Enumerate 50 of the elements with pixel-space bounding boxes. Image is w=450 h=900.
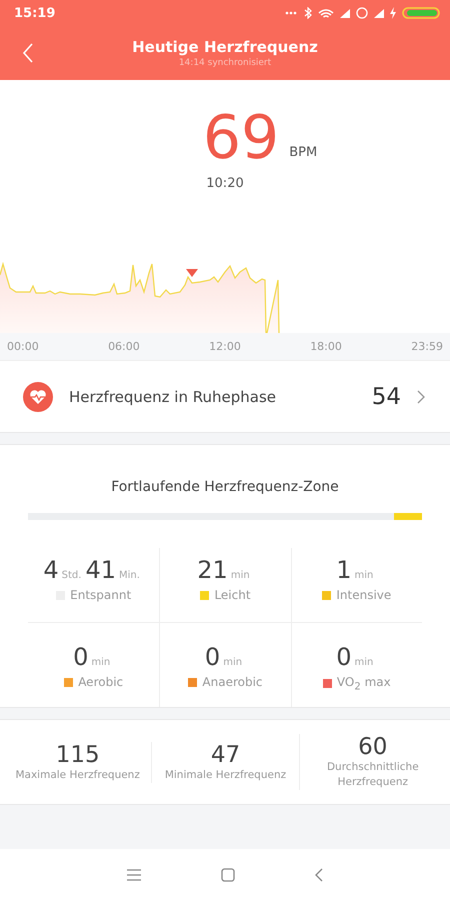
stat-value: 60 [358,734,388,760]
home-square-icon[interactable] [221,868,235,882]
time-axis-label: 23:59 [411,340,443,353]
bpm-unit: BPM [289,145,318,160]
menu-icon[interactable] [127,868,141,880]
sync-status: 14:14 synchronisiert [178,58,272,68]
stat-value: 115 [56,742,100,768]
zone-label: VO$_{2}$ max [336,675,391,692]
time-axis-label: 18:00 [310,340,342,353]
charging-icon [390,7,396,19]
chevron-icon [417,390,425,404]
time-axis-label: 12:00 [209,340,241,353]
zone-duration: 0 [73,643,88,671]
zone-unit: min [354,657,374,668]
zone-duration: 0 [204,643,220,671]
zone-label: Intensive [336,588,392,602]
zone-unit: Std. [62,570,82,581]
zone-duration: 0 [336,643,352,671]
screen-title: Heutige Herzfrequenz [132,38,318,56]
zone-label: Aerobic [78,675,124,689]
stat-value: 47 [210,742,240,768]
time-axis-label: 06:00 [108,340,140,353]
signal-icon [340,8,350,18]
back-icon[interactable] [315,868,323,882]
zone-label: Entspannt [70,588,132,602]
time-axis-label: 00:00 [7,340,39,353]
zone-unit: min [91,657,110,668]
zone-duration: 21 [197,556,228,584]
battery-icon [402,7,440,19]
zone-unit: min [354,570,374,581]
zone-duration: 1 [336,556,352,584]
signal-icon [374,8,384,18]
status-time: 15:19 [14,6,56,20]
registered-icon [356,7,368,19]
zone-unit: Min. [119,570,140,581]
bluetooth-icon [304,7,312,19]
heart-rate-value: 69 [202,106,280,170]
stat-label: Maximale Herzfrequenz [15,768,140,782]
zone-unit: min [223,657,242,668]
zone-duration: 4 [43,556,59,584]
stat-label: Durchschnittliche Herzfrequenz [326,760,420,790]
zone-duration: 41 [85,556,116,584]
zone-title: Fortlaufende Herzfrequenz-Zone [111,479,339,495]
zone-label: Leicht [214,588,251,602]
more-dots-icon [284,11,298,15]
zone-label: Anaerobic [202,675,263,689]
stat-label: Minimale Herzfrequenz [164,768,286,782]
zone-unit: min [230,570,250,581]
wifi-icon [318,8,334,18]
reading-time: 10:20 [206,176,244,191]
